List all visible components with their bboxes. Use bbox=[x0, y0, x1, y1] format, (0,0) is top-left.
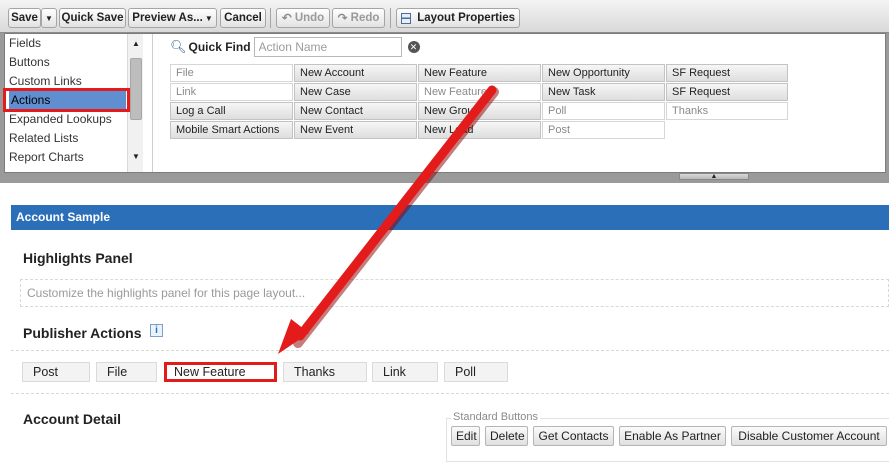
preview-as-label: Preview As... bbox=[132, 12, 203, 24]
palette-tile[interactable]: SF Request bbox=[666, 83, 788, 101]
category-custom-links[interactable]: Custom Links bbox=[9, 72, 82, 91]
account-detail-title: Account Detail bbox=[23, 411, 122, 427]
palette-tile[interactable]: New Case bbox=[294, 83, 417, 101]
publisher-action[interactable]: File bbox=[96, 362, 157, 382]
palette-tile[interactable]: New Opportunity bbox=[542, 64, 665, 82]
quick-find-label: Quick Find bbox=[188, 40, 251, 54]
scroll-down-icon[interactable]: ▼ bbox=[132, 152, 140, 161]
info-icon[interactable]: i bbox=[150, 324, 163, 337]
layout-editor: Save ▼ Quick Save Preview As... ▼ Cancel… bbox=[0, 0, 889, 183]
save-menu-button[interactable]: ▼ bbox=[41, 8, 57, 28]
palette-tile[interactable]: New Task bbox=[542, 83, 665, 101]
publisher-action[interactable]: Post bbox=[22, 362, 90, 382]
publisher-action-new-feature[interactable]: New Feature bbox=[164, 362, 277, 382]
category-list: Fields Buttons Custom Links Actions Expa… bbox=[5, 34, 153, 172]
delete-button[interactable]: Delete bbox=[485, 426, 528, 446]
palette-tile[interactable]: New Lead bbox=[418, 121, 541, 139]
palette-tile[interactable]: Link bbox=[170, 83, 293, 101]
redo-label: Redo bbox=[350, 12, 380, 24]
publisher-action[interactable]: Link bbox=[372, 362, 438, 382]
category-scrollbar[interactable]: ▲ ▼ bbox=[127, 34, 143, 172]
highlights-panel-title: Highlights Panel bbox=[23, 250, 133, 266]
palette-tile[interactable]: New Feature bbox=[418, 64, 541, 82]
scroll-thumb[interactable] bbox=[130, 58, 142, 120]
toolbar: Save ▼ Quick Save Preview As... ▼ Cancel… bbox=[0, 0, 889, 33]
undo-button[interactable]: ↶ Undo bbox=[276, 8, 330, 28]
layout-properties-icon bbox=[401, 12, 412, 24]
undo-icon: ↶ bbox=[281, 11, 292, 25]
palette-tile[interactable]: New Feature bbox=[418, 83, 541, 101]
palette: Fields Buttons Custom Links Actions Expa… bbox=[4, 33, 886, 173]
palette-tile[interactable]: SF Request bbox=[666, 64, 788, 82]
palette-tile[interactable]: Thanks bbox=[666, 102, 788, 120]
cancel-button[interactable]: Cancel bbox=[220, 8, 266, 28]
palette-tile[interactable]: File bbox=[170, 64, 293, 82]
scroll-up-icon[interactable]: ▲ bbox=[132, 39, 140, 48]
layout-properties-label: Layout Properties bbox=[417, 12, 515, 24]
publisher-action[interactable]: Poll bbox=[444, 362, 508, 382]
redo-button[interactable]: ↷ Redo bbox=[332, 8, 385, 28]
save-button[interactable]: Save bbox=[8, 8, 41, 28]
clear-icon[interactable]: ✕ bbox=[407, 41, 420, 53]
chevron-down-icon: ▼ bbox=[204, 13, 213, 23]
publisher-action[interactable]: Thanks bbox=[283, 362, 367, 382]
palette-tile[interactable]: New Event bbox=[294, 121, 417, 139]
layout-header: Account Sample bbox=[11, 205, 889, 230]
palette-tile[interactable]: New Contact bbox=[294, 102, 417, 120]
category-report-charts[interactable]: Report Charts bbox=[9, 148, 84, 167]
palette-tile[interactable]: Mobile Smart Actions bbox=[170, 121, 293, 139]
preview-as-button[interactable]: Preview As... ▼ bbox=[128, 8, 217, 28]
toolbar-divider bbox=[390, 8, 391, 28]
category-expanded-lookups[interactable]: Expanded Lookups bbox=[9, 110, 112, 129]
palette-tile[interactable]: New Group bbox=[418, 102, 541, 120]
palette-tile[interactable]: Poll bbox=[542, 102, 665, 120]
redo-icon: ↷ bbox=[337, 11, 348, 25]
get-contacts-button[interactable]: Get Contacts bbox=[533, 426, 614, 446]
enable-as-partner-button[interactable]: Enable As Partner bbox=[619, 426, 726, 446]
edit-button[interactable]: Edit bbox=[451, 426, 480, 446]
undo-label: Undo bbox=[294, 12, 325, 24]
collapse-palette-handle[interactable]: ▲ bbox=[679, 173, 749, 180]
disable-customer-account-button[interactable]: Disable Customer Account bbox=[731, 426, 887, 446]
publisher-actions-title: Publisher Actions bbox=[23, 325, 142, 341]
highlights-panel-dropzone[interactable]: Customize the highlights panel for this … bbox=[20, 279, 889, 307]
quick-save-button[interactable]: Quick Save bbox=[59, 8, 126, 28]
category-buttons[interactable]: Buttons bbox=[9, 53, 50, 72]
category-fields[interactable]: Fields bbox=[9, 34, 41, 53]
standard-buttons-label: Standard Buttons bbox=[451, 411, 541, 423]
category-related-lists[interactable]: Related Lists bbox=[9, 129, 78, 148]
category-actions[interactable]: Actions bbox=[9, 91, 126, 110]
toolbar-divider bbox=[270, 8, 271, 28]
palette-tile[interactable]: New Account bbox=[294, 64, 417, 82]
quick-find-input[interactable] bbox=[253, 37, 402, 57]
palette-tile[interactable]: Post bbox=[542, 121, 665, 139]
layout-properties-button[interactable]: Layout Properties bbox=[396, 8, 520, 28]
magnifier-icon: 🔍︎ bbox=[170, 39, 187, 54]
palette-tile[interactable]: Log a Call bbox=[170, 102, 293, 120]
quick-find: 🔍︎ Quick Find ✕ bbox=[170, 37, 420, 57]
